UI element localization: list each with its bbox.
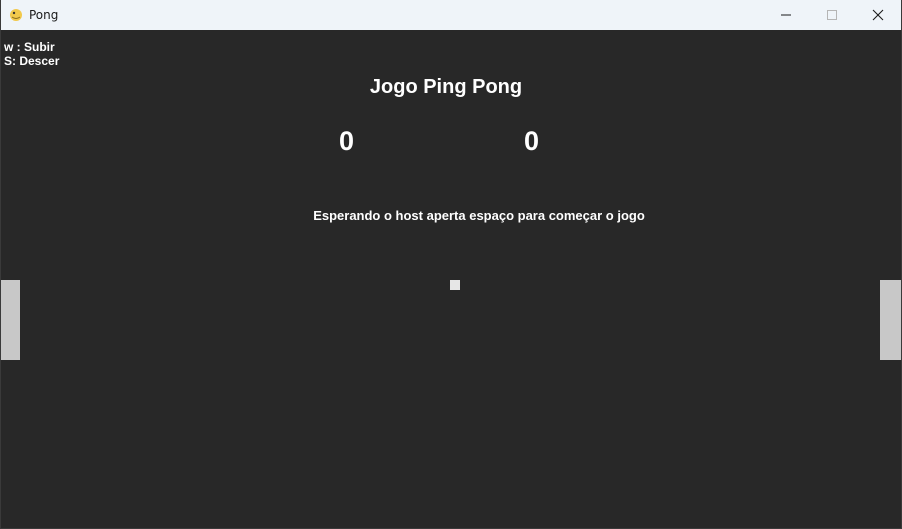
game-canvas[interactable]: w : Subir S: Descer Jogo Ping Pong 0 0 E… — [1, 30, 901, 528]
right-paddle — [880, 280, 901, 360]
minimize-icon — [781, 14, 791, 16]
instruction-down: S: Descer — [4, 54, 60, 68]
window-title: Pong — [29, 8, 59, 22]
game-title: Jogo Ping Pong — [369, 76, 523, 98]
score-left: 0 — [339, 126, 355, 156]
controls-help: w : Subir S: Descer — [4, 40, 59, 68]
instruction-up: w : Subir — [4, 40, 55, 54]
close-button[interactable] — [855, 0, 901, 30]
python-snake-icon — [9, 8, 23, 22]
pong-window: Pong w : Subir S: Descer Jogo Ping Pong … — [0, 0, 902, 529]
title-bar[interactable]: Pong — [1, 0, 901, 30]
ball — [450, 280, 460, 290]
minimize-button[interactable] — [763, 0, 809, 30]
maximize-icon — [827, 10, 837, 20]
close-icon — [872, 9, 884, 21]
left-paddle — [1, 280, 20, 360]
maximize-button[interactable] — [809, 0, 855, 30]
window-controls — [763, 0, 901, 30]
status-message: Esperando o host aperta espaço para come… — [313, 208, 645, 223]
score-right: 0 — [524, 126, 540, 156]
